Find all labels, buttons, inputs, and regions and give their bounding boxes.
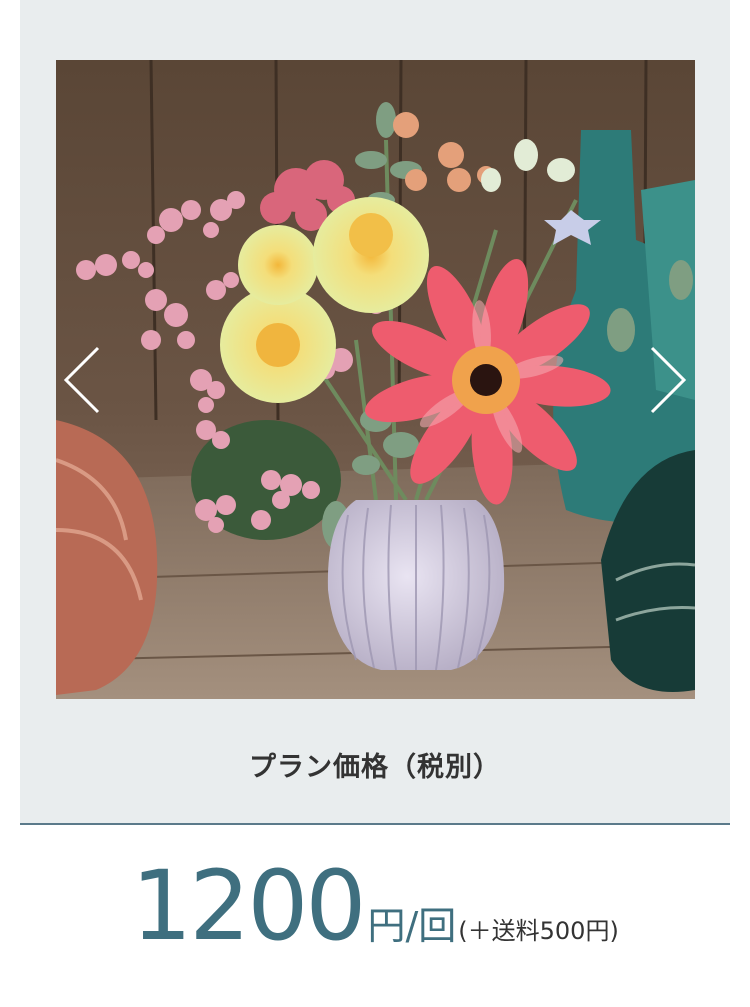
- card-divider: [20, 823, 730, 825]
- chevron-left-icon: [63, 346, 100, 414]
- flower-bouquet-photo: [56, 60, 695, 699]
- price-unit: 円/回: [367, 904, 457, 948]
- image-carousel[interactable]: [56, 60, 695, 699]
- price-display: 1200 円/回 (＋送料500円): [0, 858, 750, 954]
- price-amount: 1200: [131, 850, 366, 962]
- carousel-next-button[interactable]: [648, 345, 688, 415]
- chevron-right-icon: [650, 346, 687, 414]
- carousel-prev-button[interactable]: [62, 345, 102, 415]
- plan-price-heading: プラン価格（税別）: [249, 752, 501, 783]
- shipping-fee-note: (＋送料500円): [458, 917, 619, 945]
